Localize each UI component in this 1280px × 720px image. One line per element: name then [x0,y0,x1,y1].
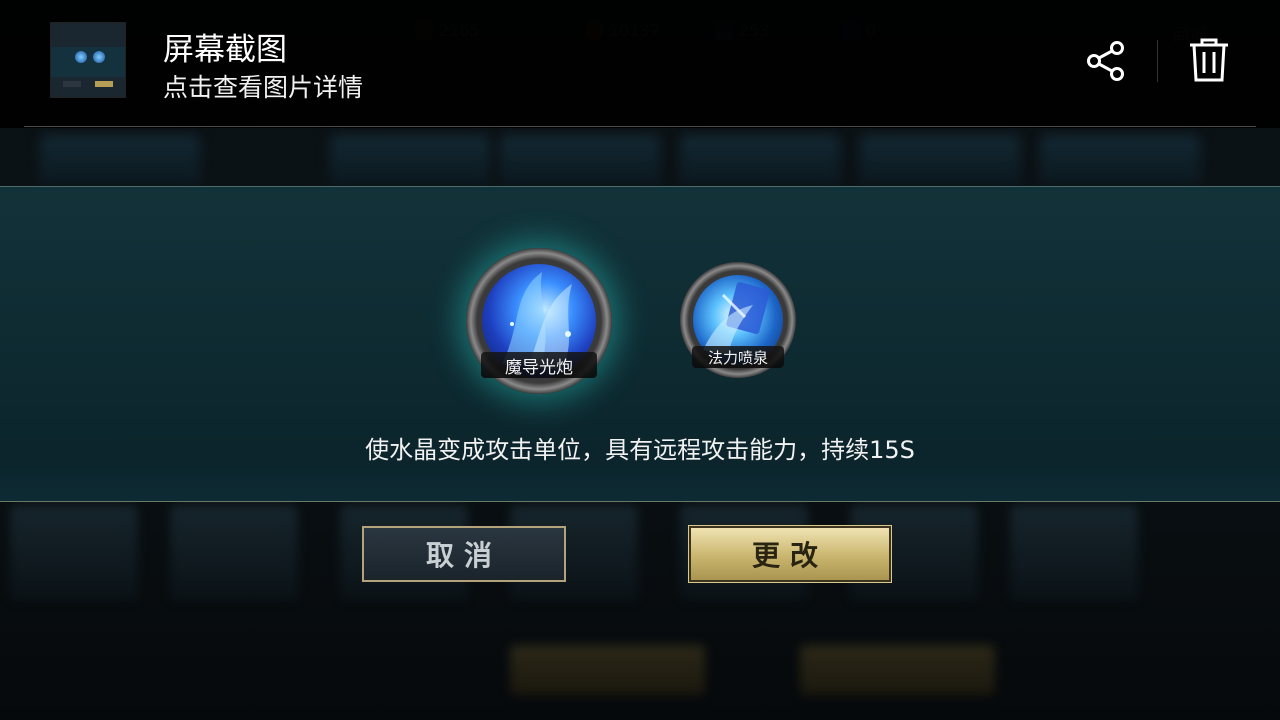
bg-button [800,645,995,695]
skill-description: 使水晶变成攻击单位，具有远程攻击能力，持续15S [365,436,915,464]
bg-card [680,135,840,185]
notification-divider [24,126,1256,127]
skill-option-mana-fountain[interactable]: 法力喷泉 [680,262,796,378]
trash-icon [1190,38,1228,82]
screenshot-thumbnail[interactable] [50,22,126,98]
delete-button[interactable] [1186,36,1232,84]
share-button[interactable] [1083,38,1129,84]
skill-name: 魔导光炮 [505,357,573,378]
divider [1157,40,1158,82]
bg-card [500,135,660,185]
skill-option-magic-cannon[interactable]: 魔导光炮 [466,248,612,394]
bg-card [330,135,490,185]
cancel-button[interactable]: 取消 [362,526,566,582]
notification-title: 屏幕截图 [163,32,287,68]
bg-card [170,505,298,600]
change-button[interactable]: 更改 [688,525,892,583]
share-icon [1087,41,1124,81]
skill-name: 法力喷泉 [707,348,768,367]
bg-card [1010,505,1138,600]
bg-button [510,645,705,695]
bg-card [860,135,1020,185]
bg-card [40,135,200,185]
screenshot-notification[interactable]: 屏幕截图 点击查看图片详情 [0,0,1280,128]
bg-card [1040,135,1200,185]
bg-card [10,505,138,600]
notification-subtitle: 点击查看图片详情 [163,73,364,102]
